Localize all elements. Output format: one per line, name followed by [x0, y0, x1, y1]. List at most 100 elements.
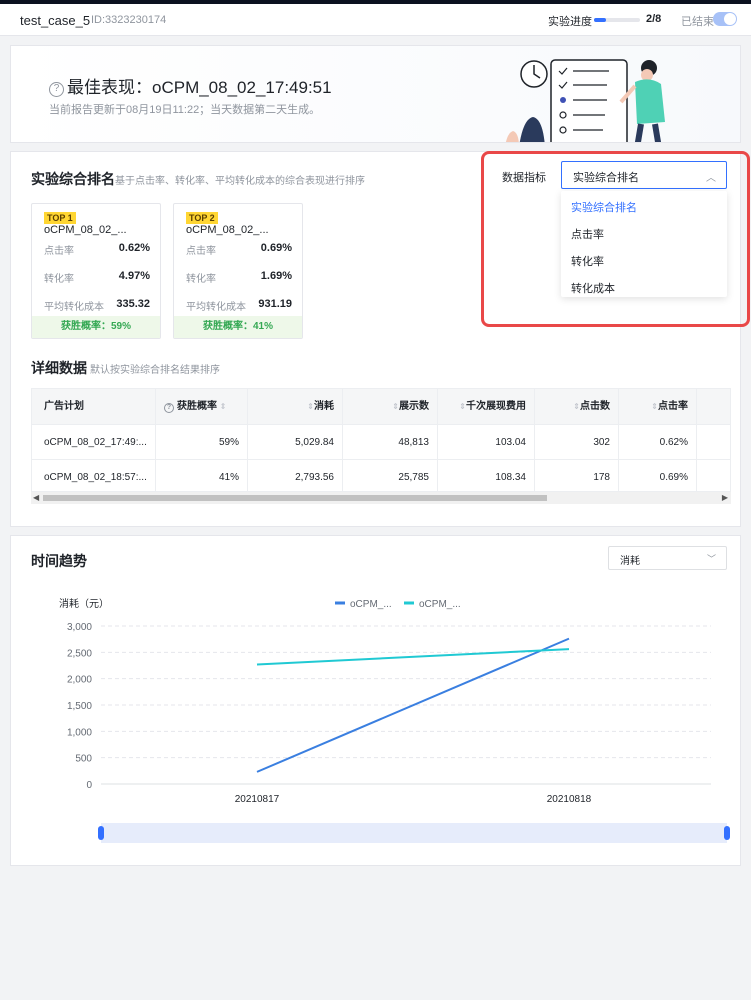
- top-card-head: TOP 1oCPM_08_02_...: [44, 212, 160, 236]
- y-tick-label: 2,500: [67, 648, 92, 659]
- top-card-name: oCPM_08_02_...: [186, 224, 269, 236]
- progress-label: 实验进度: [548, 16, 592, 28]
- legend-label: oCPM_...: [419, 599, 461, 610]
- top-card-head: TOP 2oCPM_08_02_...: [186, 212, 302, 236]
- table-cell: 103.04: [438, 425, 535, 460]
- column-header-label: 点击数: [580, 401, 610, 412]
- table-cell: oCPM_08_02_17:49:...: [32, 425, 156, 460]
- detail-description: 默认按实验综合排名结果排序: [90, 365, 220, 376]
- dropdown-option[interactable]: 转化率: [561, 245, 727, 272]
- column-header[interactable]: ⇕点击率: [619, 389, 697, 424]
- sort-icon[interactable]: ⇕: [392, 402, 399, 411]
- help-circle-icon[interactable]: ?: [49, 82, 64, 97]
- zoom-slider-track: [101, 823, 727, 843]
- report-update-note: 当前报告更新于08月19日11:22；当天数据第二天生成。: [49, 104, 321, 116]
- best-performance-card: ? 最佳表现：oCPM_08_02_17:49:51 当前报告更新于08月19日1…: [10, 45, 741, 143]
- y-tick-label: 0: [86, 780, 92, 791]
- dropdown-option[interactable]: 点击率: [561, 218, 727, 245]
- table-cell: oCPM_08_02_18:57:...: [32, 460, 156, 491]
- table-cell: 302: [535, 425, 619, 460]
- column-header-label: 获胜概率: [177, 401, 217, 412]
- sort-icon[interactable]: ⇕: [307, 402, 314, 411]
- best-performance-text: 最佳表现：oCPM_08_02_17:49:51: [67, 78, 332, 97]
- table-horizontal-scrollbar[interactable]: ◀ ▶: [31, 492, 731, 504]
- column-header-label: 千次展现费用: [466, 401, 526, 412]
- trend-select-value: 消耗: [620, 556, 640, 567]
- trend-metric-select[interactable]: 消耗 ﹀: [608, 546, 727, 570]
- progress-value: 2/8: [646, 13, 662, 25]
- toggle-knob: [724, 13, 736, 25]
- top-badge: TOP 1: [44, 212, 76, 224]
- metric-value: 335.32: [116, 298, 150, 310]
- scroll-left-icon[interactable]: ◀: [33, 492, 39, 504]
- x-tick-label: 20210817: [235, 794, 280, 805]
- win-probability: 获胜概率：41%: [174, 316, 302, 338]
- detail-title: 详细数据: [31, 360, 87, 376]
- top-badge: TOP 2: [186, 212, 218, 224]
- metric-key: 转化率: [44, 274, 74, 285]
- top-card-2[interactable]: TOP 2oCPM_08_02_... 点击率 0.69% 转化率 1.69% 平均…: [173, 203, 303, 339]
- table-cell: 59%: [156, 425, 248, 460]
- trend-chart: 消耗（元） 3,000 2,500 2,000 1,500 1,000 500 0 202108…: [59, 597, 730, 843]
- y-tick-label: 1,500: [67, 701, 92, 712]
- experiment-id: ID:3323230174: [91, 14, 167, 26]
- dropdown-option[interactable]: 实验综合排名: [561, 191, 727, 218]
- top-card-1[interactable]: TOP 1oCPM_08_02_... 点击率 0.62% 转化率 4.97% 平均…: [31, 203, 161, 339]
- sort-icon[interactable]: ⇕: [459, 402, 466, 411]
- chevron-down-icon: ﹀: [706, 554, 716, 564]
- progress-bar-fill: [594, 18, 606, 22]
- column-header[interactable]: ⇕千次展现费用: [438, 389, 535, 424]
- column-header[interactable]: 广告计划: [32, 389, 156, 424]
- metric-select[interactable]: 实验综合排名 ︿: [561, 161, 727, 189]
- metric-dropdown: 实验综合排名 点击率 转化率 转化成本: [561, 191, 727, 297]
- sort-icon[interactable]: ⇕: [220, 402, 227, 411]
- scroll-right-icon[interactable]: ▶: [722, 492, 728, 504]
- metric-label: 数据指标: [502, 172, 546, 184]
- ranking-title: 实验综合排名: [31, 171, 115, 187]
- table-cell: 41%: [156, 460, 248, 491]
- sort-icon[interactable]: ⇕: [651, 402, 658, 411]
- column-header[interactable]: ⇕展示数: [343, 389, 438, 424]
- legend-label: oCPM_...: [350, 599, 392, 610]
- metric-value: 0.69%: [260, 242, 292, 254]
- column-header[interactable]: ⇕消耗: [248, 389, 343, 424]
- table-cell: 25,785: [343, 460, 438, 491]
- y-axis-label: 消耗（元）: [59, 597, 109, 610]
- metric-row: 平均转化成本 335.32: [44, 298, 150, 313]
- ended-toggle[interactable]: [713, 12, 737, 26]
- column-header-label: 消耗: [314, 401, 334, 412]
- table-cell: 0.62%: [619, 425, 697, 460]
- x-tick-label: 20210818: [547, 794, 592, 805]
- y-tick-label: 1,000: [67, 727, 92, 738]
- metric-value: 0.62%: [118, 242, 150, 254]
- metric-row: 点击率 0.62%: [44, 242, 150, 257]
- header-bar: test_case_5 ID:3323230174 实验进度 2/8 已结束: [0, 4, 751, 36]
- scrollbar-thumb[interactable]: [43, 495, 547, 501]
- ranking-description: 基于点击率、转化率、平均转化成本的综合表现进行排序: [115, 176, 365, 187]
- metric-key: 平均转化成本: [186, 302, 246, 313]
- zoom-handle-left: [98, 826, 104, 840]
- win-probability: 获胜概率：59%: [32, 316, 160, 338]
- best-performance-title: ? 最佳表现：oCPM_08_02_17:49:51: [49, 73, 332, 98]
- help-circle-icon: ?: [164, 403, 174, 413]
- table-row[interactable]: oCPM_08_02_17:49:... 59% 5,029.84 48,813…: [32, 425, 730, 460]
- table-cell: 178: [535, 460, 619, 491]
- table-header-row: 广告计划 ? 获胜概率 ⇕ ⇕消耗 ⇕展示数 ⇕千次展现费用 ⇕点击数 ⇕点击率: [32, 389, 730, 425]
- metric-key: 转化率: [186, 274, 216, 285]
- metric-row: 转化率 4.97%: [44, 270, 150, 285]
- table-cell: 48,813: [343, 425, 438, 460]
- sort-icon[interactable]: ⇕: [573, 402, 580, 411]
- metric-key: 点击率: [44, 246, 74, 257]
- y-tick-label: 3,000: [67, 622, 92, 633]
- table-cell: 5,029.84: [248, 425, 343, 460]
- detail-table: 广告计划 ? 获胜概率 ⇕ ⇕消耗 ⇕展示数 ⇕千次展现费用 ⇕点击数 ⇕点击率 …: [31, 388, 731, 492]
- trend-title: 时间趋势: [31, 553, 87, 569]
- column-header-label: 展示数: [399, 401, 429, 412]
- metric-value: 1.69%: [260, 270, 292, 282]
- table-cell: 0.69%: [619, 460, 697, 491]
- dropdown-option[interactable]: 转化成本: [561, 272, 727, 299]
- table-row[interactable]: oCPM_08_02_18:57:... 41% 2,793.56 25,785…: [32, 460, 730, 491]
- column-header[interactable]: ⇕点击数: [535, 389, 619, 424]
- progress-bar: [594, 18, 640, 22]
- column-header-win-prob[interactable]: ? 获胜概率 ⇕: [156, 389, 248, 424]
